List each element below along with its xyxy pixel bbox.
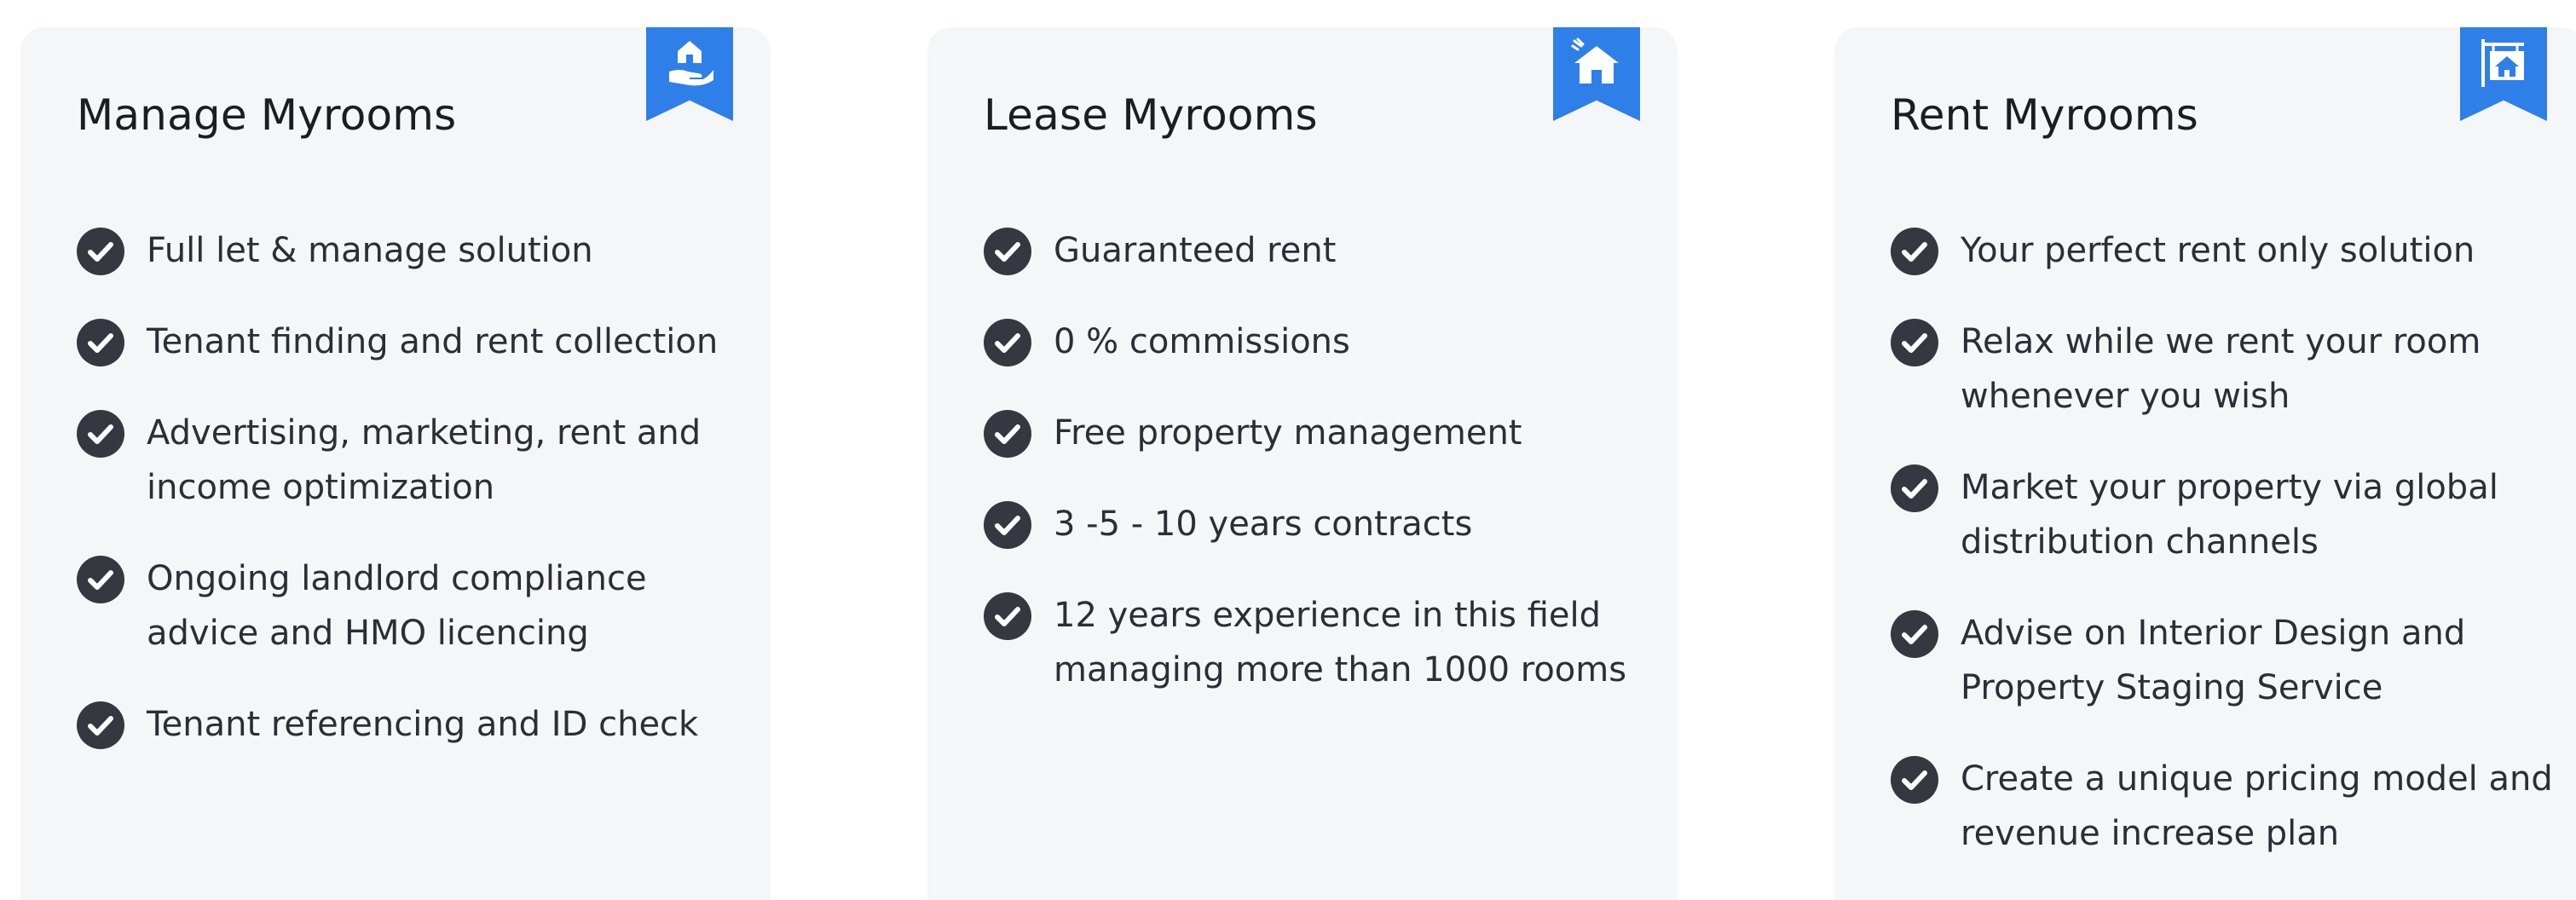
list-item: Your perfect rent only solution xyxy=(1891,223,2556,278)
card-title: Lease Myrooms xyxy=(984,90,1318,140)
feature-text: 0 % commissions xyxy=(1054,322,1350,361)
list-item: Full let & manage solution xyxy=(77,223,742,278)
service-card-lease: Lease Myrooms Guaranteed rent 0 % commis… xyxy=(927,27,1678,900)
feature-list: Guaranteed rent 0 % commissions Free pro… xyxy=(984,223,1649,734)
list-item: Relax while we rent your room whenever y… xyxy=(1891,314,2556,424)
list-item: 12 years experience in this field managi… xyxy=(984,588,1649,697)
ribbon-badge xyxy=(646,27,733,121)
feature-text: Your perfect rent only solution xyxy=(1961,231,2475,270)
check-circle-icon xyxy=(984,501,1031,549)
ribbon-badge xyxy=(2460,27,2547,121)
list-item: 3 -5 - 10 years contracts xyxy=(984,497,1649,551)
check-circle-icon xyxy=(77,556,124,603)
list-item: Advertising, marketing, rent and income … xyxy=(77,406,742,515)
check-circle-icon xyxy=(77,228,124,275)
feature-text: 12 years experience in this field managi… xyxy=(1054,596,1627,689)
house-sign-icon xyxy=(2481,39,2524,87)
feature-text: Free property management xyxy=(1054,413,1522,453)
list-item: Ongoing landlord compliance advice and H… xyxy=(77,551,742,661)
check-circle-icon xyxy=(984,592,1031,640)
feature-text: Ongoing landlord compliance advice and H… xyxy=(147,559,647,653)
check-circle-icon xyxy=(1891,228,1938,275)
feature-text: Tenant finding and rent collection xyxy=(147,322,719,361)
check-circle-icon xyxy=(984,228,1031,275)
feature-list: Full let & manage solution Tenant findin… xyxy=(77,223,742,788)
feature-text: Guaranteed rent xyxy=(1054,231,1337,270)
feature-text: 3 -5 - 10 years contracts xyxy=(1054,505,1473,544)
check-circle-icon xyxy=(1891,464,1938,512)
feature-list: Your perfect rent only solution Relax wh… xyxy=(1891,223,2556,897)
feature-text: Create a unique pricing model and revenu… xyxy=(1961,759,2553,853)
list-item: Tenant finding and rent collection xyxy=(77,314,742,369)
list-item: Tenant referencing and ID check xyxy=(77,697,742,752)
feature-text: Advertising, marketing, rent and income … xyxy=(147,413,702,507)
check-circle-icon xyxy=(77,319,124,366)
list-item: Free property management xyxy=(984,406,1649,460)
list-item: Advise on Interior Design and Property S… xyxy=(1891,606,2556,715)
feature-text: Tenant referencing and ID check xyxy=(147,705,699,744)
check-circle-icon xyxy=(1891,610,1938,658)
house-icon xyxy=(1571,38,1619,84)
feature-text: Advise on Interior Design and Property S… xyxy=(1961,614,2466,707)
card-title: Rent Myrooms xyxy=(1891,90,2198,140)
ribbon-badge xyxy=(1553,27,1640,121)
feature-text: Market your property via global distribu… xyxy=(1961,468,2498,562)
list-item: Market your property via global distribu… xyxy=(1891,460,2556,569)
check-circle-icon xyxy=(984,410,1031,458)
card-title: Manage Myrooms xyxy=(77,90,457,140)
check-circle-icon xyxy=(77,701,124,749)
feature-text: Full let & manage solution xyxy=(147,231,593,270)
check-circle-icon xyxy=(1891,319,1938,366)
list-item: Create a unique pricing model and revenu… xyxy=(1891,752,2556,861)
check-circle-icon xyxy=(1891,756,1938,804)
list-item: 0 % commissions xyxy=(984,314,1649,369)
hand-house-icon xyxy=(669,41,713,86)
service-card-manage: Manage Myrooms Full let & manage solutio… xyxy=(20,27,771,900)
feature-text: Relax while we rent your room whenever y… xyxy=(1961,322,2481,416)
service-card-rent: Rent Myrooms Your perfect rent only solu… xyxy=(1834,27,2576,900)
list-item: Guaranteed rent xyxy=(984,223,1649,278)
check-circle-icon xyxy=(77,410,124,458)
check-circle-icon xyxy=(984,319,1031,366)
